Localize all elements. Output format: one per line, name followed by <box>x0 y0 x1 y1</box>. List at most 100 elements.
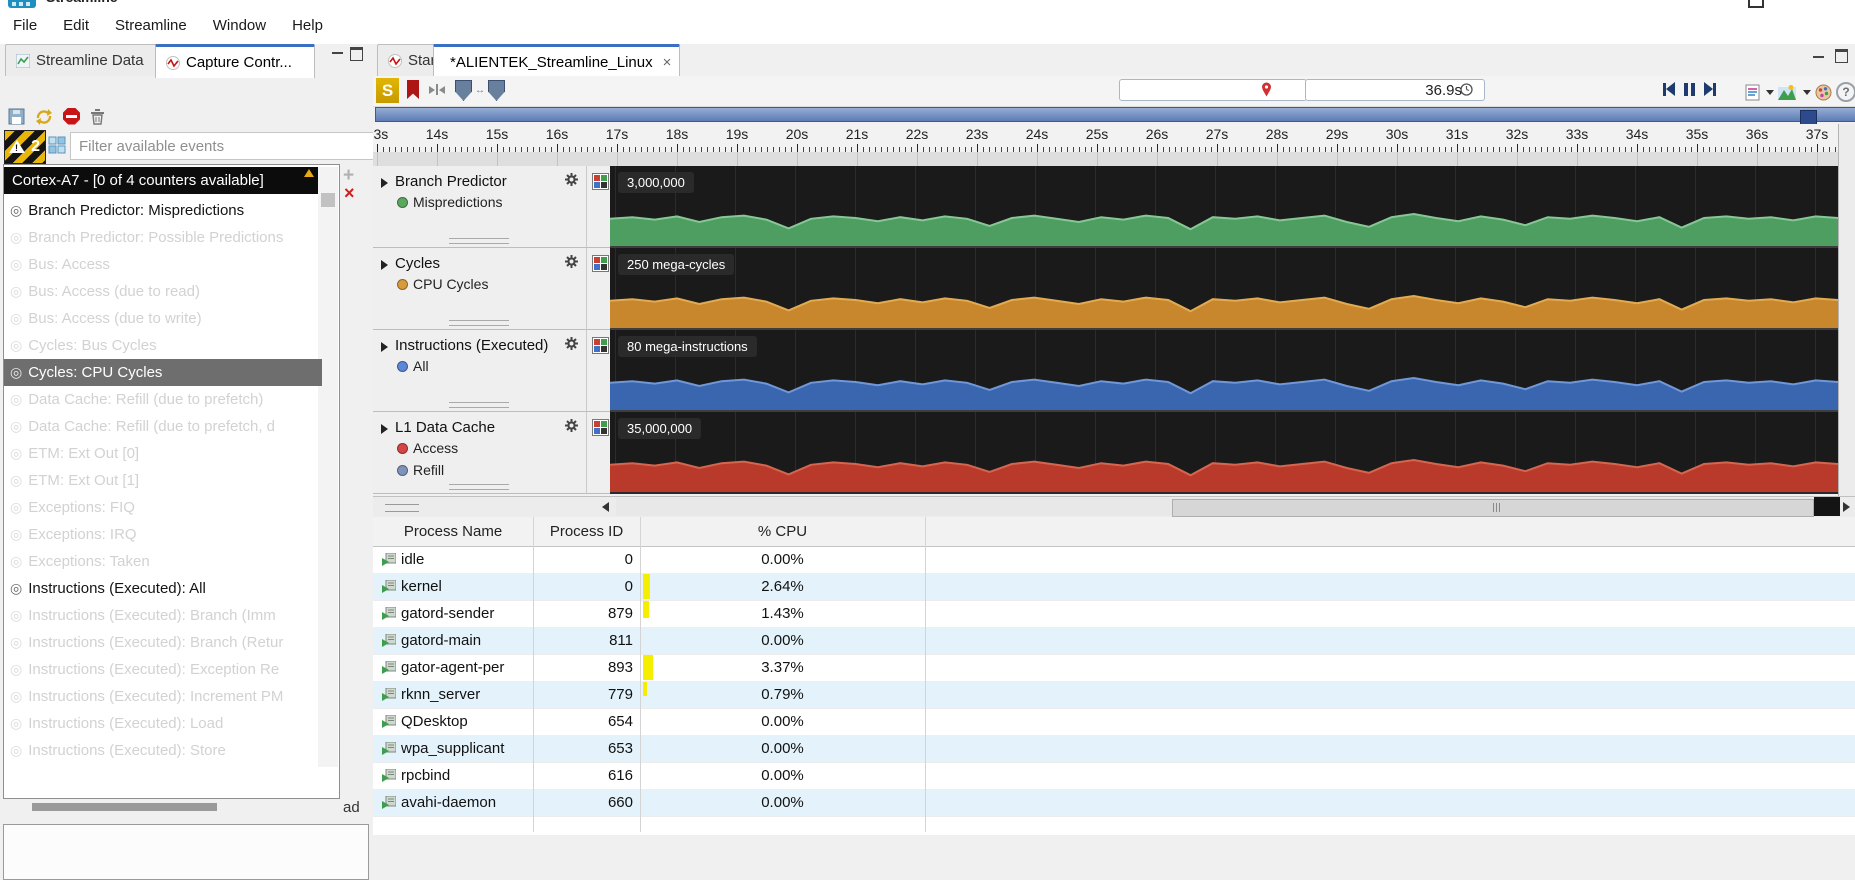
maximize-view-icon[interactable] <box>1835 49 1848 63</box>
event-item[interactable]: ◎Data Cache: Refill (due to prefetch, d <box>4 413 322 440</box>
maximize-view-icon[interactable] <box>350 47 363 61</box>
gear-icon[interactable] <box>565 337 578 350</box>
table-row[interactable]: kernel02.64% <box>373 573 1855 600</box>
splitter-grip[interactable] <box>385 504 419 512</box>
event-item[interactable]: ◎Instructions (Executed): Load <box>4 710 322 737</box>
event-item[interactable]: ◎Bus: Access (due to write) <box>4 305 322 332</box>
expand-triangle-icon[interactable] <box>381 260 388 270</box>
column-header[interactable]: % CPU <box>640 517 925 547</box>
dropdown-arrow-icon[interactable] <box>1766 90 1774 95</box>
table-row[interactable]: QDesktop6540.00% <box>373 708 1855 735</box>
expand-triangle-icon[interactable] <box>381 178 388 188</box>
scrollbar-thumb[interactable] <box>32 803 217 811</box>
chart-config-icon[interactable] <box>592 337 609 354</box>
row-resize-grip[interactable] <box>449 238 509 244</box>
menu-window[interactable]: Window <box>200 10 279 34</box>
table-row[interactable]: gatord-main8110.00% <box>373 627 1855 654</box>
refresh-icon[interactable] <box>35 108 53 125</box>
bookmark-icon[interactable] <box>407 80 419 99</box>
chart-plot[interactable]: 80 mega-instructions <box>610 330 1838 412</box>
scrollbar-thumb[interactable] <box>1172 499 1814 517</box>
maximize-window-icon[interactable] <box>1748 0 1764 8</box>
time-ruler[interactable]: 13s14s15s16s17s18s19s20s21s22s23s24s25s2… <box>373 124 1838 152</box>
tab-capture-control[interactable]: Capture Contr... <box>155 44 315 78</box>
chart-label-panel[interactable]: L1 Data CacheAccessRefill <box>373 412 586 494</box>
menu-edit[interactable]: Edit <box>50 10 102 34</box>
event-item[interactable]: ◎Instructions (Executed): Branch (Retur <box>4 629 322 656</box>
event-item[interactable]: ◎Exceptions: FIQ <box>4 494 322 521</box>
charts-horizontal-scrollbar[interactable] <box>373 496 1855 519</box>
chart-config-icon[interactable] <box>592 255 609 272</box>
scrollbar-track[interactable] <box>616 498 1812 516</box>
chart-label-panel[interactable]: Instructions (Executed)All <box>373 330 586 412</box>
counter-group-icon[interactable] <box>48 136 67 155</box>
close-tab-icon[interactable]: × <box>663 54 672 71</box>
minimize-view-icon[interactable] <box>1813 56 1824 58</box>
chart-style-icon[interactable] <box>1778 84 1797 101</box>
goto-end-icon[interactable] <box>1704 82 1716 96</box>
event-item[interactable]: ◎ETM: Ext Out [1] <box>4 467 322 494</box>
menu-help[interactable]: Help <box>279 10 336 34</box>
column-header[interactable]: Process ID <box>533 517 640 547</box>
event-item[interactable]: ◎Exceptions: IRQ <box>4 521 322 548</box>
help-icon[interactable]: ? <box>1836 82 1855 102</box>
event-item[interactable]: ◎Instructions (Executed): Increment PM <box>4 683 322 710</box>
scrollbar-thumb[interactable] <box>321 193 335 207</box>
legend-item[interactable]: Refill <box>397 462 444 478</box>
table-row[interactable]: wpa_supplicant6530.00% <box>373 735 1855 762</box>
gear-icon[interactable] <box>565 173 578 186</box>
chart-plot[interactable]: 250 mega-cycles <box>610 248 1838 330</box>
event-item[interactable]: ◎Exceptions: Taken <box>4 548 322 575</box>
timeline-overview-scrollbar[interactable] <box>375 107 1855 122</box>
event-item[interactable]: ◎Branch Predictor: Possible Predictions <box>4 224 322 251</box>
event-item[interactable]: ◎Bus: Access <box>4 251 322 278</box>
table-row[interactable]: avahi-daemon6600.00% <box>373 789 1855 816</box>
legend-item[interactable]: Mispredictions <box>397 194 502 210</box>
column-header[interactable]: Process Name <box>373 517 533 547</box>
table-row[interactable]: gatord-sender8791.43% <box>373 600 1855 627</box>
filter-events-input[interactable] <box>70 132 378 160</box>
row-resize-grip[interactable] <box>449 402 509 408</box>
remove-event-icon[interactable]: × <box>344 183 355 204</box>
chart-label-panel[interactable]: CyclesCPU Cycles <box>373 248 586 330</box>
streamline-mode-badge[interactable]: S <box>376 78 399 103</box>
chart-config-icon[interactable] <box>592 173 609 190</box>
event-item[interactable]: ◎Cycles: CPU Cycles <box>4 359 322 386</box>
palette-icon[interactable] <box>1815 84 1832 101</box>
tab-capture-report[interactable]: *ALIENTEK_Streamline_Linux × <box>433 44 680 78</box>
save-icon[interactable] <box>8 108 25 125</box>
delete-icon[interactable] <box>90 108 105 125</box>
event-item[interactable]: ◎Bus: Access (due to read) <box>4 278 322 305</box>
chart-plot[interactable]: 3,000,000 <box>610 166 1838 248</box>
legend-item[interactable]: Access <box>397 440 458 456</box>
charts-vertical-scrollbar[interactable] <box>1838 124 1855 544</box>
minimize-view-icon[interactable] <box>332 52 343 54</box>
goto-start-icon[interactable] <box>1663 82 1675 96</box>
event-item[interactable]: ◎Instructions (Executed): All <box>4 575 322 602</box>
event-item[interactable]: ◎Instructions (Executed): Branch (Imm <box>4 602 322 629</box>
available-events-list[interactable]: Cortex-A7 - [0 of 4 counters available] … <box>3 164 340 799</box>
legend-item[interactable]: All <box>397 358 429 374</box>
collapse-regions-icon[interactable] <box>429 84 445 95</box>
report-options-icon[interactable] <box>1745 84 1760 101</box>
event-item[interactable]: ◎Instructions (Executed): Store <box>4 737 322 764</box>
event-item[interactable]: ◎Instructions (Executed): Exception Re <box>4 656 322 683</box>
table-row[interactable]: rknn_server7790.79% <box>373 681 1855 708</box>
gear-icon[interactable] <box>565 255 578 268</box>
event-item[interactable]: ◎ETM: Ext Out [0] <box>4 440 322 467</box>
event-item[interactable]: ◎Branch Predictor: Mispredictions <box>4 197 322 224</box>
stop-icon[interactable] <box>63 108 80 125</box>
chart-plot[interactable]: 35,000,000 <box>610 412 1838 494</box>
current-time-input[interactable] <box>1305 79 1485 101</box>
event-item[interactable]: ◎Data Cache: Refill (due to prefetch) <box>4 386 322 413</box>
event-item[interactable]: ◎Cycles: Bus Cycles <box>4 332 322 359</box>
tab-streamline-data[interactable]: Streamline Data <box>5 44 175 76</box>
gear-icon[interactable] <box>565 419 578 432</box>
chart-label-panel[interactable]: Branch PredictorMispredictions <box>373 166 586 248</box>
expand-triangle-icon[interactable] <box>381 424 388 434</box>
legend-item[interactable]: CPU Cycles <box>397 276 488 292</box>
row-resize-grip[interactable] <box>449 484 509 490</box>
menu-file[interactable]: File <box>0 10 50 34</box>
table-row[interactable]: gator-agent-per8933.37% <box>373 654 1855 681</box>
table-row[interactable]: rpcbind6160.00% <box>373 762 1855 789</box>
